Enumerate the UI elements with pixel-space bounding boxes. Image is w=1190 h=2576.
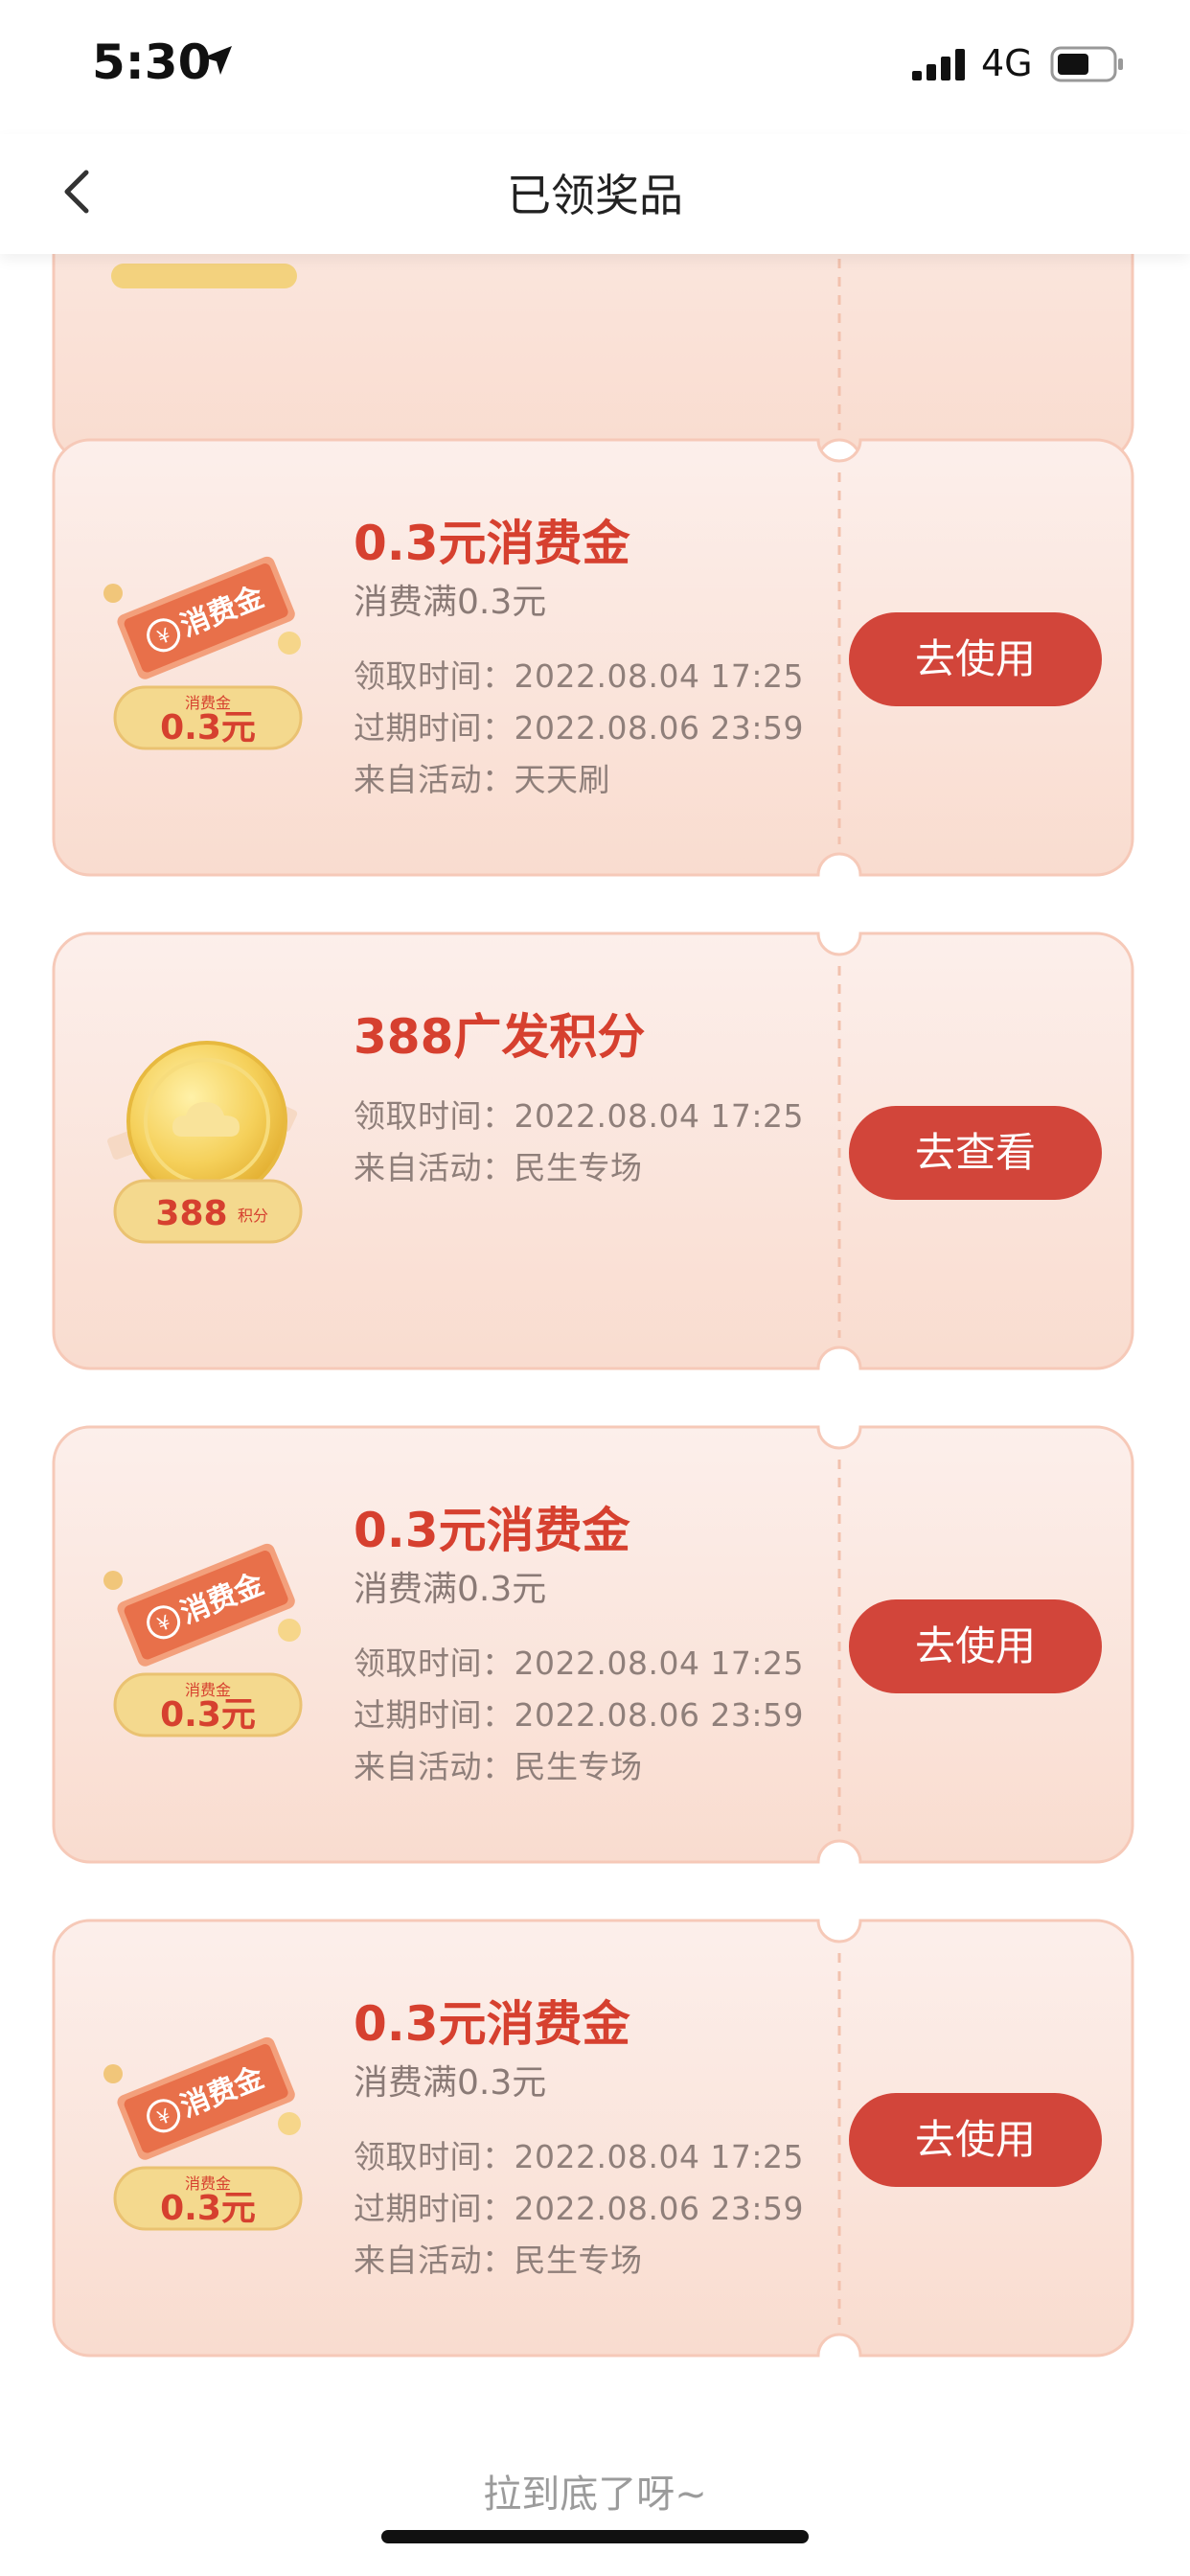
nav-bar: 已领奖品	[0, 134, 1190, 254]
voucher-icon: ¥ 消费金 消费金 0.3元	[100, 1530, 320, 1751]
voucher-icon: ¥ 消费金 消费金 0.3元	[100, 2024, 320, 2244]
use-button[interactable]: 去使用	[849, 2093, 1102, 2187]
voucher-badge-value: 0.3元	[160, 1695, 256, 1735]
points-badge-unit: 积分	[238, 1207, 268, 1225]
coupon-title: 0.3元消费金	[354, 516, 630, 571]
coupon-source: 来自活动：民生专场	[354, 1149, 643, 1186]
coupon-card: ¥ 消费金 消费金 0.3元 0.3元消费金 消费满0.3元 领取时间：2022…	[52, 1919, 1134, 2358]
coin-icon: 388 积分	[100, 1037, 320, 1257]
network-label: 4G	[981, 42, 1033, 84]
coupon-subtitle: 消费满0.3元	[354, 1570, 547, 1609]
voucher-icon: ¥ 消费金 消费金 0.3元	[100, 543, 320, 764]
coupon-card-bg	[52, 254, 1134, 463]
coupon-claim-time: 领取时间：2022.08.04 17:25	[354, 657, 805, 695]
coupon-card: ¥ 消费金 消费金 0.3元 0.3元消费金 消费满0.3元 领取时间：2022…	[52, 438, 1134, 877]
coupon-card: ¥ 消费金 消费金 0.3元 0.3元消费金 消费满0.3元 领取时间：2022…	[52, 1425, 1134, 1864]
voucher-badge-value: 0.3元	[160, 708, 256, 748]
coupon-source: 来自活动：天天刷	[354, 761, 610, 798]
points-badge-value: 388	[155, 1194, 227, 1233]
status-bar: 5:30 4G	[0, 0, 1190, 134]
coupon-expire-time: 过期时间：2022.08.06 23:59	[354, 1696, 805, 1734]
coupon-claim-time: 领取时间：2022.08.04 17:25	[354, 1097, 805, 1135]
coupon-expire-time: 过期时间：2022.08.06 23:59	[354, 2190, 805, 2227]
view-button[interactable]: 去查看	[849, 1106, 1102, 1200]
coupon-title: 388广发积分	[354, 1009, 646, 1065]
coupon-expire-time: 过期时间：2022.08.06 23:59	[354, 709, 805, 747]
coupon-subtitle: 消费满0.3元	[354, 583, 547, 622]
coupon-card-partial	[52, 254, 1134, 463]
coupon-source: 来自活动：民生专场	[354, 1748, 643, 1785]
coupon-card: 388 积分 388广发积分 领取时间：2022.08.04 17:25 来自活…	[52, 932, 1134, 1370]
coupon-subtitle: 消费满0.3元	[354, 2063, 547, 2103]
coupon-title: 0.3元消费金	[354, 1503, 630, 1558]
location-arrow-icon	[203, 46, 232, 75]
home-indicator[interactable]	[381, 2530, 809, 2543]
prize-list[interactable]: ¥ 消费金 消费金 0.3元 0.3元消费金 消费满0.3元 领取时间：2022…	[0, 254, 1190, 2576]
voucher-badge-value: 0.3元	[160, 2189, 256, 2228]
signal-icon	[912, 49, 965, 80]
page-title: 已领奖品	[507, 170, 683, 221]
end-of-list-text: 拉到底了呀~	[483, 2472, 707, 2517]
coupon-title: 0.3元消费金	[354, 1996, 630, 2052]
use-button[interactable]: 去使用	[849, 612, 1102, 706]
battery-icon	[1050, 46, 1123, 82]
use-button[interactable]: 去使用	[849, 1599, 1102, 1693]
coupon-claim-time: 领取时间：2022.08.04 17:25	[354, 2138, 805, 2175]
status-time: 5:30	[92, 34, 212, 90]
coupon-claim-time: 领取时间：2022.08.04 17:25	[354, 1644, 805, 1682]
coupon-source: 来自活动：民生专场	[354, 2242, 643, 2279]
